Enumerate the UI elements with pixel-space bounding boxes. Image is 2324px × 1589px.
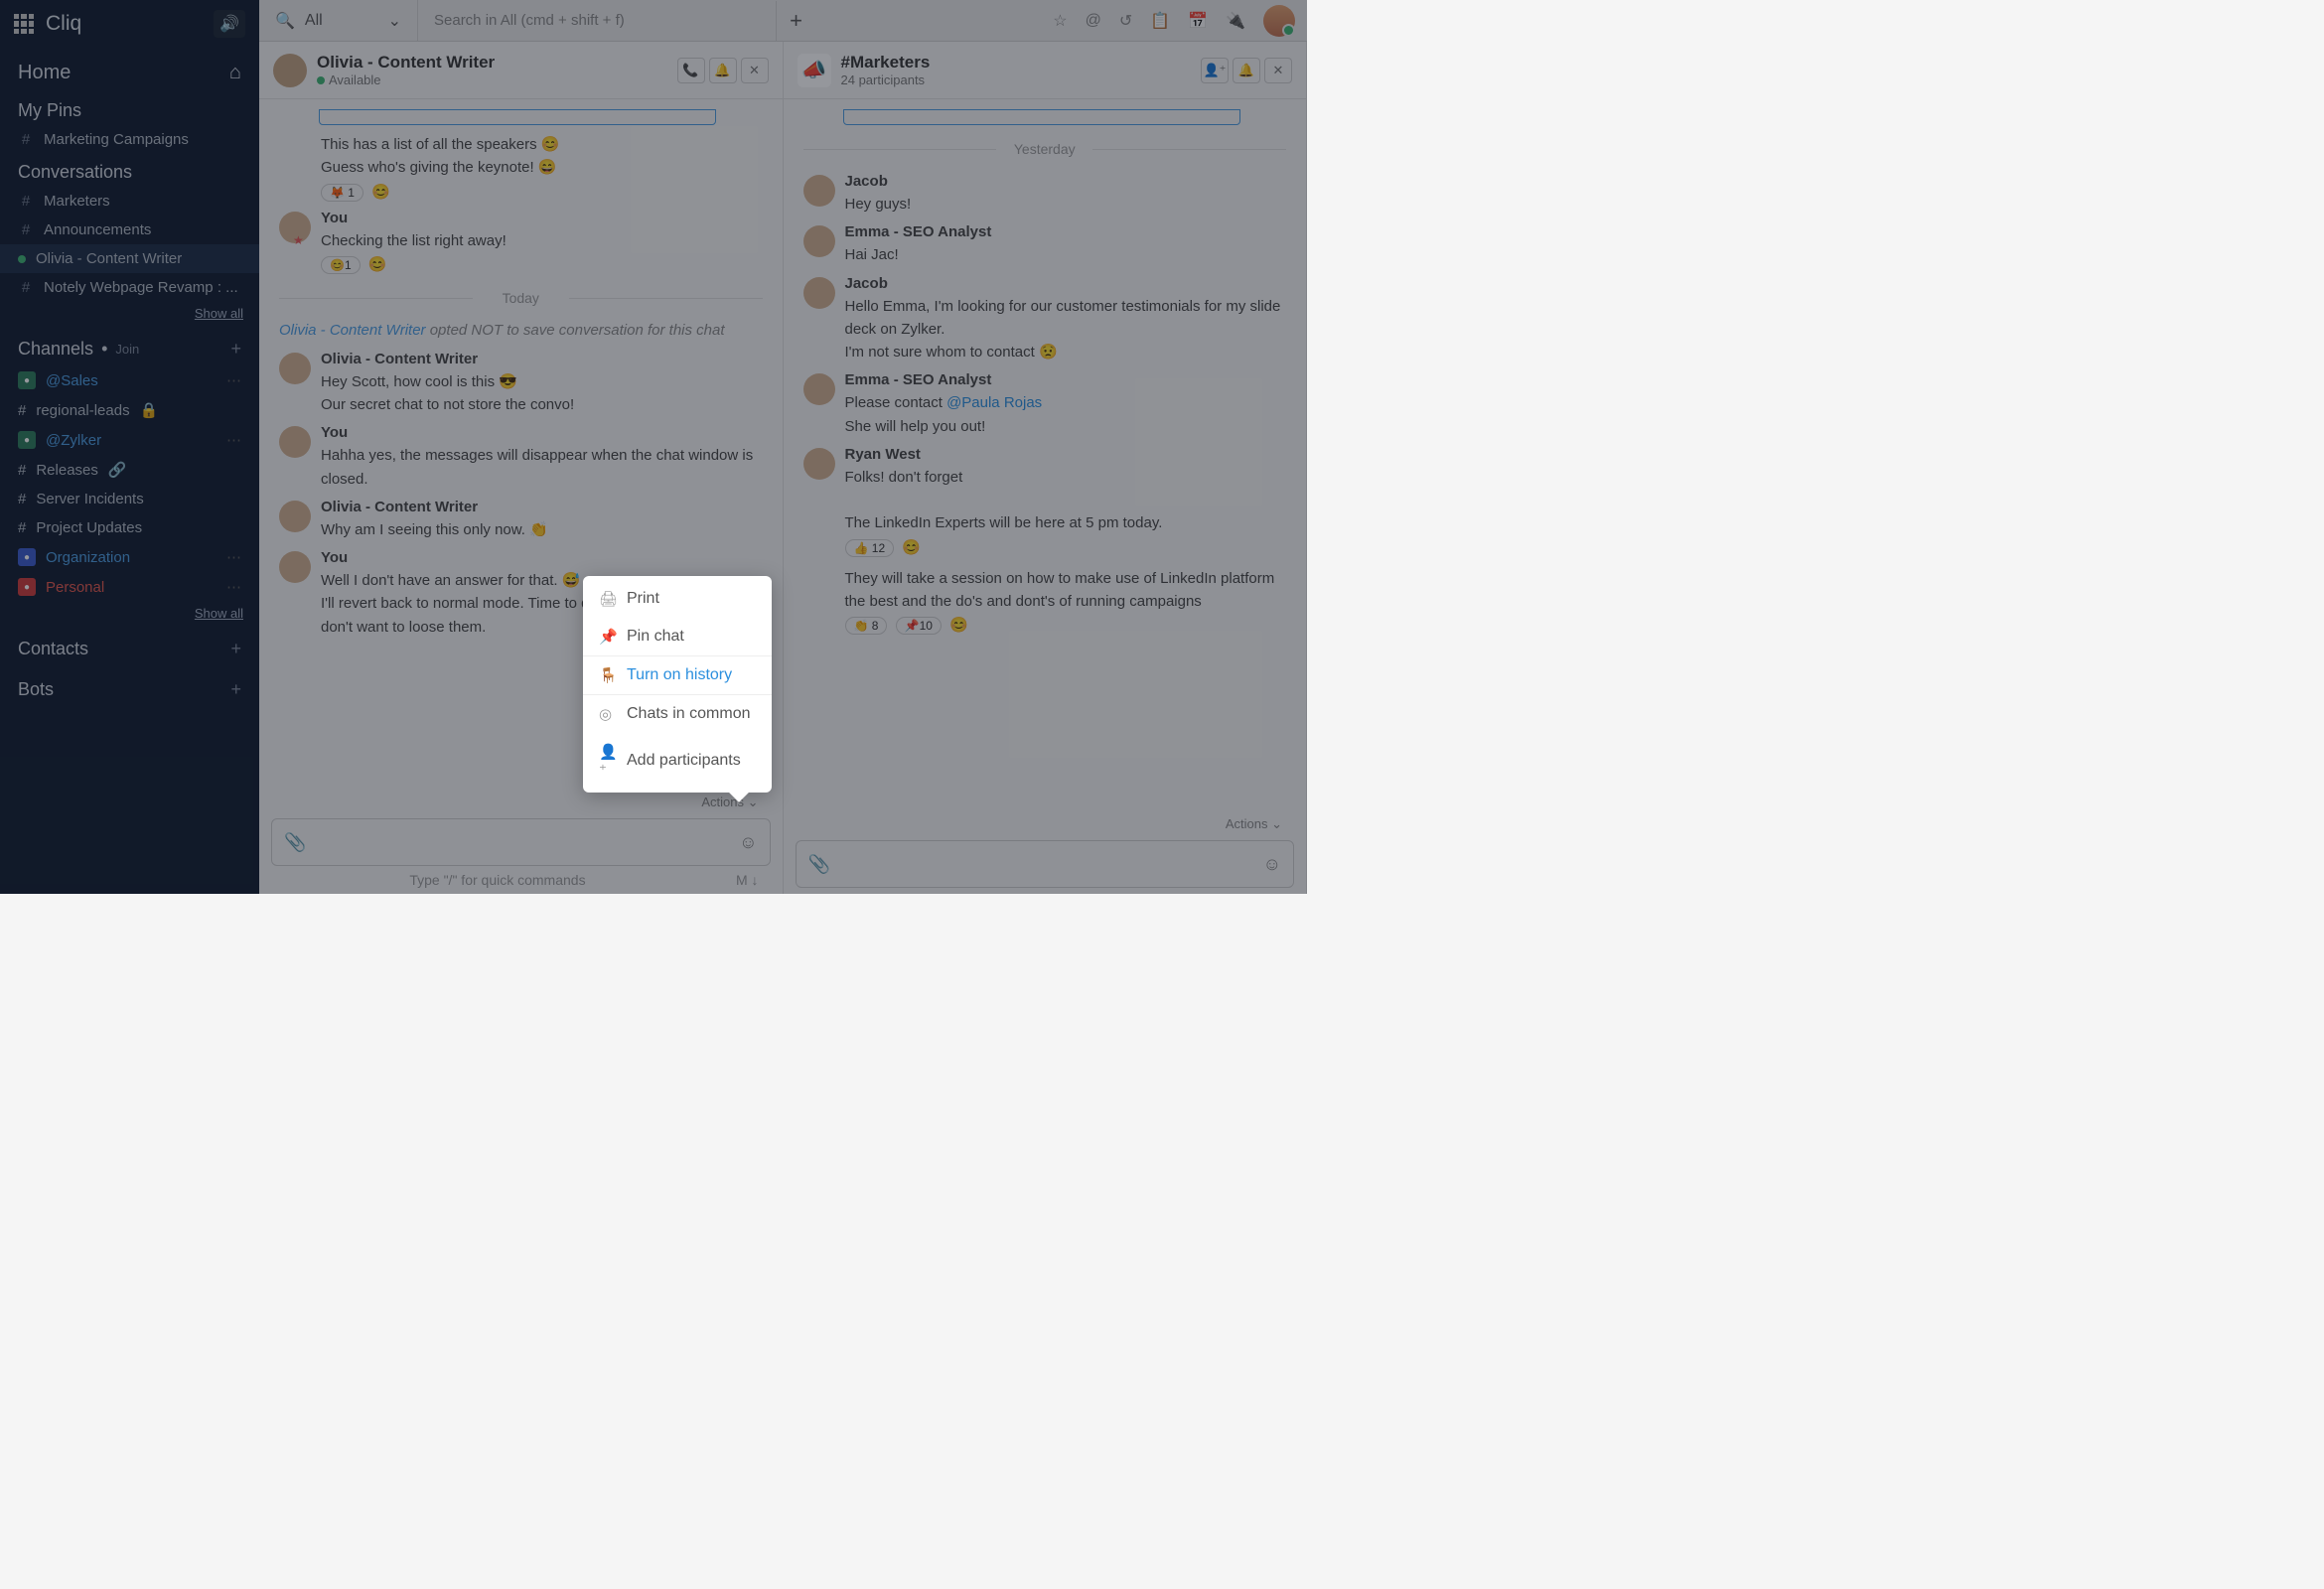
common-icon: ◎ [599,705,615,723]
menu-chats-in-common[interactable]: ◎Chats in common [583,695,772,733]
menu-print[interactable]: 🖨Print [583,580,772,618]
add-person-icon: 👤⁺ [599,743,615,779]
print-icon: 🖨 [599,590,615,608]
actions-menu: 🖨Print 📌Pin chat 🪑Turn on history ◎Chats… [583,576,772,793]
menu-turn-on-history[interactable]: 🪑Turn on history [583,655,772,695]
history-icon: 🪑 [599,666,615,684]
menu-add-participants[interactable]: 👤⁺Add participants [583,733,772,789]
menu-pin-chat[interactable]: 📌Pin chat [583,618,772,655]
pin-icon: 📌 [599,628,615,646]
